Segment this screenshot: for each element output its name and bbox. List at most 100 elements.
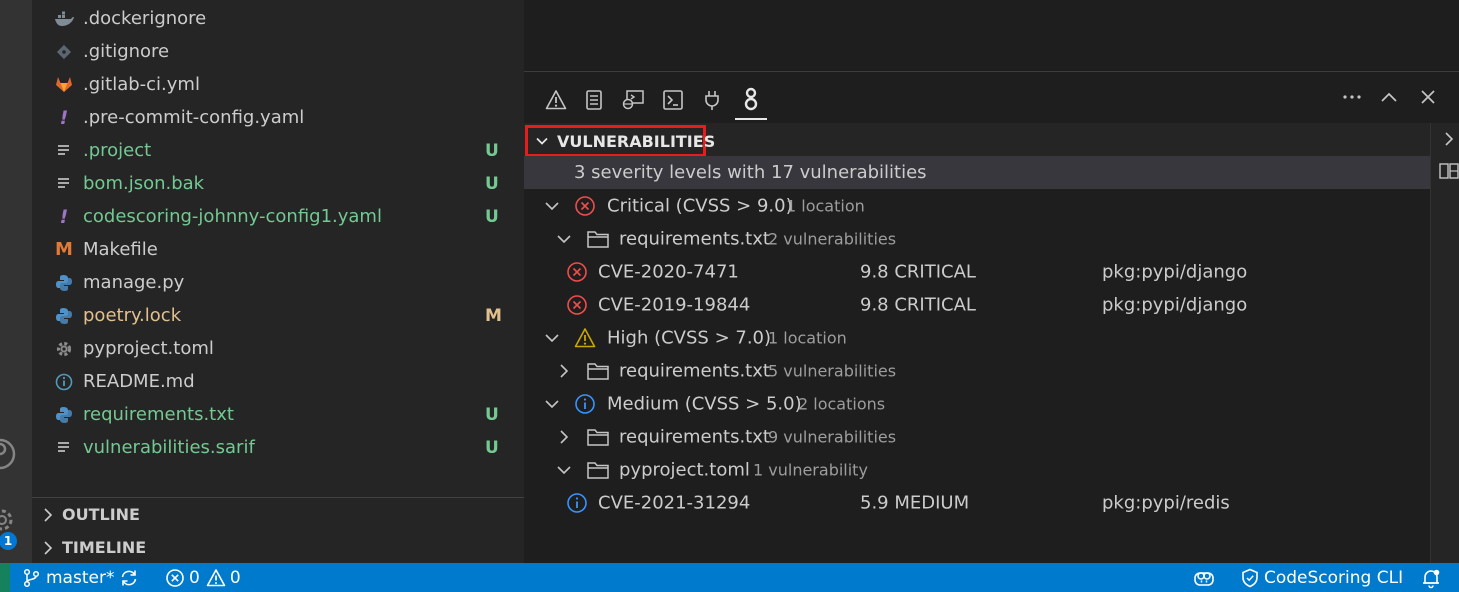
problems-icon[interactable] <box>540 80 572 120</box>
explorer-file-row[interactable]: manage.py <box>32 266 524 299</box>
sync-icon[interactable] <box>119 568 139 588</box>
file-name: .gitignore <box>83 41 170 62</box>
severity-high-row[interactable]: High (CVSS > 7.0) 1 location <box>524 321 1430 354</box>
chevron-right-icon <box>556 363 572 379</box>
bottom-panel: VULNERABILITIES 3 severity levels with 1… <box>524 72 1459 563</box>
severity-desc: 2 locations <box>798 394 886 413</box>
ports-icon[interactable] <box>696 80 728 120</box>
output-icon[interactable] <box>578 80 610 120</box>
explorer-file-row[interactable]: .project U <box>32 134 524 167</box>
python-icon <box>54 306 74 326</box>
codescoring-cli-item[interactable]: CodeScoring CLI <box>1241 568 1403 588</box>
notifications-bell-icon[interactable] <box>1420 567 1442 589</box>
maximize-icon[interactable] <box>1374 82 1404 112</box>
file-name: vulnerabilities.sarif <box>83 437 255 458</box>
text-file-icon <box>54 174 74 194</box>
explorer-file-row[interactable]: ! .pre-commit-config.yaml <box>32 101 524 134</box>
split-view-icon[interactable] <box>1439 161 1459 181</box>
file-desc: 1 vulnerability <box>753 460 868 479</box>
explorer-file-row[interactable]: .gitignore <box>32 35 524 68</box>
branch-name: master* <box>46 567 115 588</box>
remote-indicator[interactable] <box>0 563 10 592</box>
section-outline[interactable]: OUTLINE <box>32 498 524 531</box>
cve-id: CVE-2019-19844 <box>598 294 751 315</box>
summary-text: 3 severity levels with 17 vulnerabilitie… <box>574 162 927 183</box>
branch-item[interactable]: master* <box>22 568 114 588</box>
explorer-file-row[interactable]: bom.json.bak U <box>32 167 524 200</box>
chevron-down-icon <box>556 462 572 478</box>
severity-label: Medium (CVSS > 5.0) <box>607 393 802 414</box>
explorer-file-row[interactable]: pyproject.toml <box>32 332 524 365</box>
highlight-box: VULNERABILITIES <box>525 125 715 157</box>
section-label: OUTLINE <box>62 505 140 524</box>
docker-icon <box>54 9 74 29</box>
severity-medium-row[interactable]: Medium (CVSS > 5.0) 2 locations <box>524 387 1430 420</box>
section-timeline[interactable]: TIMELINE <box>32 531 524 564</box>
explorer-file-row[interactable]: vulnerabilities.sarif U <box>32 431 524 464</box>
file-name: Makefile <box>83 239 158 260</box>
folder-icon <box>586 229 610 249</box>
explorer-file-row[interactable]: M Makefile <box>32 233 524 266</box>
explorer-file-row[interactable]: .gitlab-ci.yml <box>32 68 524 101</box>
git-branch-icon <box>22 568 40 588</box>
debug-console-icon[interactable] <box>617 80 649 120</box>
view-title: VULNERABILITIES <box>557 131 716 151</box>
cve-score: 9.8 CRITICAL <box>860 261 976 282</box>
file-name: pyproject.toml <box>83 338 214 359</box>
explorer-file-row[interactable]: README.md <box>32 365 524 398</box>
vulnerabilities-view-header[interactable]: VULNERABILITIES <box>524 123 1430 157</box>
file-label: requirements.txt <box>619 360 770 381</box>
cve-row[interactable]: CVE-2019-19844 9.8 CRITICAL pkg:pypi/dja… <box>524 288 1430 321</box>
severity-desc: 1 location <box>786 196 865 215</box>
warning-count: 0 <box>229 567 241 588</box>
chevron-down-icon <box>544 330 560 346</box>
explorer-file-row[interactable]: ! codescoring-johnny-config1.yaml U <box>32 200 524 233</box>
cve-row[interactable]: CVE-2021-31294 5.9 MEDIUM pkg:pypi/redis <box>524 486 1430 519</box>
explorer-panel: .dockerignore .gitignore .gitlab-ci.yml! .p… <box>32 0 524 563</box>
file-name: bom.json.bak <box>83 173 205 194</box>
gear-icon <box>54 339 74 359</box>
cve-package: pkg:pypi/redis <box>1102 492 1230 513</box>
severity-critical-row[interactable]: Critical (CVSS > 9.0) 1 location <box>524 189 1430 222</box>
chevron-down-icon <box>535 134 549 148</box>
file-row[interactable]: requirements.txt 5 vulnerabilities <box>524 354 1430 387</box>
warning-icon <box>206 568 226 588</box>
summary-row[interactable]: 3 severity levels with 17 vulnerabilitie… <box>524 156 1430 189</box>
terminal-icon[interactable] <box>657 80 689 120</box>
codescoring-icon[interactable] <box>735 80 767 120</box>
warning-icon <box>574 327 596 349</box>
makefile-icon: M <box>55 239 73 260</box>
python-icon <box>54 405 74 425</box>
more-icon[interactable] <box>1337 82 1367 112</box>
explorer-file-row[interactable]: requirements.txt U <box>32 398 524 431</box>
file-name: manage.py <box>83 272 185 293</box>
status-bar: master* 0 0 CodeScoring CLI <box>0 563 1459 592</box>
cve-package: pkg:pypi/django <box>1102 261 1248 282</box>
severity-desc: 1 location <box>768 328 847 347</box>
codescoring-label: CodeScoring CLI <box>1264 567 1404 588</box>
file-row[interactable]: requirements.txt 2 vulnerabilities <box>524 222 1430 255</box>
folder-icon <box>586 361 610 381</box>
problems-status[interactable]: 0 0 <box>165 568 241 588</box>
activity-bar: 1 <box>0 0 32 563</box>
accounts-icon[interactable] <box>0 436 16 472</box>
error-icon <box>165 568 185 588</box>
info-icon <box>574 393 596 415</box>
close-icon[interactable] <box>1413 82 1443 112</box>
file-name: README.md <box>83 371 195 392</box>
file-row[interactable]: requirements.txt 9 vulnerabilities <box>524 420 1430 453</box>
file-row[interactable]: pyproject.toml 1 vulnerability <box>524 453 1430 486</box>
text-file-icon <box>54 438 74 458</box>
explorer-file-row[interactable]: poetry.lock M <box>32 299 524 332</box>
vscode-window: 1 .dockerignore .gitignore .gitlab-ci.yml!… <box>0 0 1459 592</box>
git-status-badge: M <box>485 305 502 326</box>
chevron-down-icon <box>544 396 560 412</box>
section-label: TIMELINE <box>62 538 147 557</box>
info-icon <box>54 372 74 392</box>
copilot-icon[interactable] <box>1193 568 1215 588</box>
explorer-file-row[interactable]: .dockerignore <box>32 2 524 35</box>
cve-row[interactable]: CVE-2020-7471 9.8 CRITICAL pkg:pypi/djan… <box>524 255 1430 288</box>
severity-label: Critical (CVSS > 9.0) <box>607 195 793 216</box>
git-status-badge: U <box>485 206 499 227</box>
chevron-right-icon[interactable] <box>1439 129 1459 149</box>
